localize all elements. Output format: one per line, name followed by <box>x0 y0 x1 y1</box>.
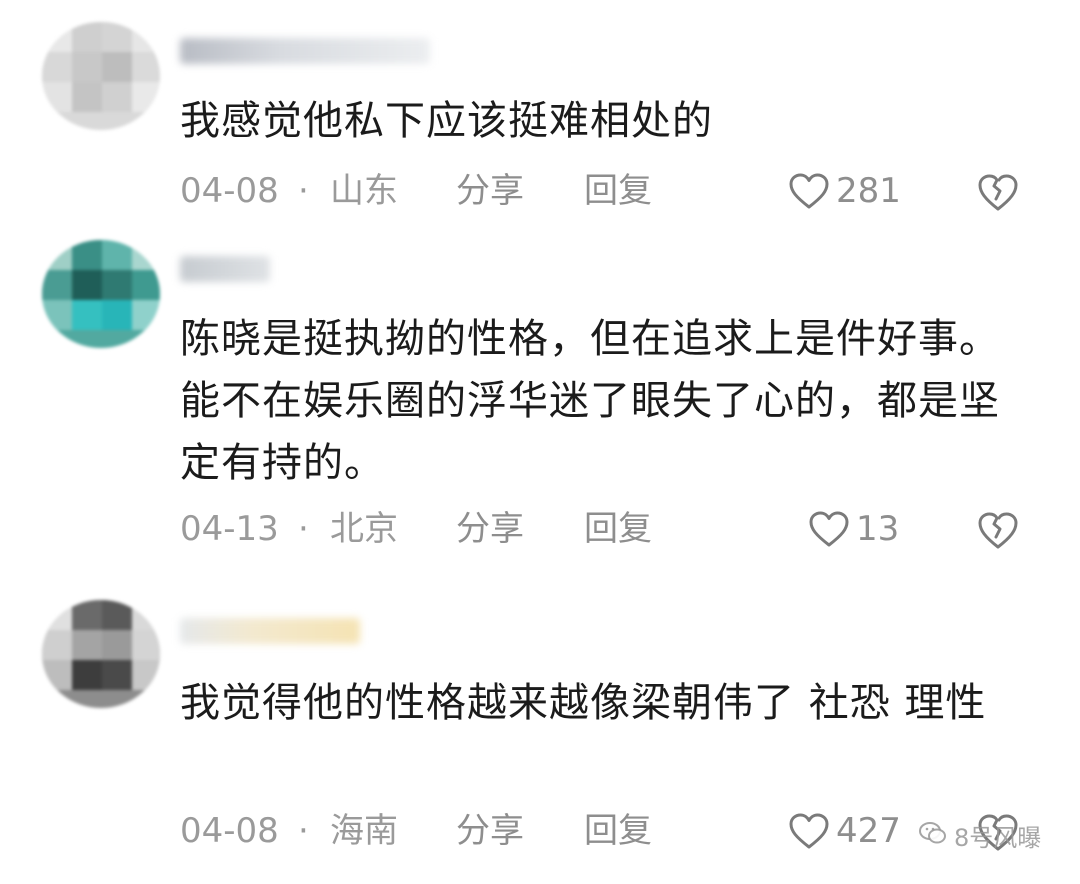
wechat-icon <box>918 820 948 852</box>
broken-heart-icon <box>976 512 1020 559</box>
heart-icon <box>788 812 830 850</box>
dislike-button[interactable] <box>976 510 1020 564</box>
share-button[interactable]: 分享 <box>456 504 524 554</box>
reply-button[interactable]: 回复 <box>584 806 652 856</box>
separator-dot: · <box>298 171 309 211</box>
comment-location: 海南 <box>330 811 398 851</box>
reply-button[interactable]: 回复 <box>584 504 652 554</box>
comment-meta: 04-08 · 海南 分享 回复 427 <box>180 806 1040 856</box>
comment-date: 04-08 <box>180 171 279 211</box>
comment-text: 陈晓是挺执拗的性格，但在追求上是件好事。能不在娱乐圈的浮华迷了眼失了心的，都是坚… <box>180 316 1000 486</box>
like-button[interactable]: 427 <box>788 806 901 856</box>
avatar[interactable] <box>42 600 160 708</box>
separator-dot: · <box>298 509 309 549</box>
username-blurred[interactable] <box>180 618 360 644</box>
username-blurred[interactable] <box>180 38 430 64</box>
like-button[interactable]: 281 <box>788 166 901 216</box>
reply-button[interactable]: 回复 <box>584 166 652 216</box>
comment-location: 山东 <box>330 171 398 211</box>
comment-text: 我感觉他私下应该挺难相处的 <box>180 98 713 144</box>
comment-date: 04-13 <box>180 509 279 549</box>
separator-dot: · <box>298 811 309 851</box>
avatar[interactable] <box>42 22 160 130</box>
heart-icon <box>808 510 850 548</box>
like-count: 427 <box>836 811 901 851</box>
like-count: 281 <box>836 171 901 211</box>
like-button[interactable]: 13 <box>808 504 899 554</box>
avatar[interactable] <box>42 240 160 348</box>
heart-icon <box>788 172 830 210</box>
dislike-button[interactable] <box>976 172 1020 226</box>
comment-date: 04-08 <box>180 811 279 851</box>
username-blurred[interactable] <box>180 256 270 282</box>
comment-text: 我觉得他的性格越来越像梁朝伟了 社恐 理性 <box>180 680 987 726</box>
watermark-text: 8号风曝 <box>954 824 1042 852</box>
share-button[interactable]: 分享 <box>456 806 524 856</box>
broken-heart-icon <box>976 174 1020 221</box>
comment-meta: 04-08 · 山东 分享 回复 281 <box>180 166 1040 216</box>
comment-location: 北京 <box>330 509 398 549</box>
share-button[interactable]: 分享 <box>456 166 524 216</box>
like-count: 13 <box>856 509 900 549</box>
comment-meta: 04-13 · 北京 分享 回复 13 <box>180 504 1040 554</box>
watermark: 8号风曝 <box>918 818 1041 853</box>
